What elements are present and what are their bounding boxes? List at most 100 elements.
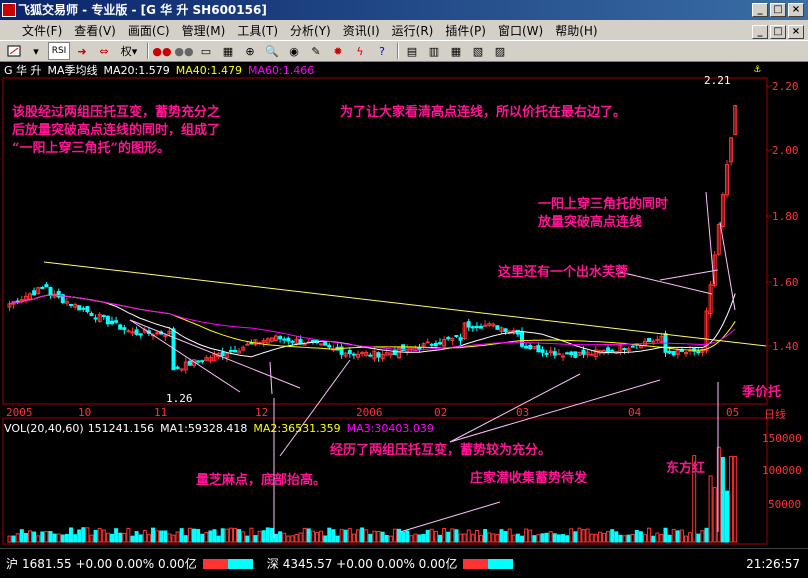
volume-bar <box>487 532 492 543</box>
volume-bar <box>589 533 594 543</box>
volume-bar <box>405 530 410 543</box>
volume-bar <box>114 528 119 543</box>
volume-bar <box>548 531 553 543</box>
volume-bar <box>585 528 590 543</box>
volume-bar <box>73 534 78 543</box>
swap-icon[interactable]: ⇔ <box>94 42 114 60</box>
anchor-icon[interactable]: ⚓ <box>754 62 761 75</box>
annotation-east-red: 东方红 <box>666 461 706 476</box>
volume-bar <box>331 529 336 543</box>
volume-bar <box>503 531 508 543</box>
x-label-daily[interactable]: 日线 <box>764 406 786 422</box>
zoom-icon[interactable]: ⊕ <box>240 42 260 60</box>
ma60-value: MA60:1.466 <box>247 63 315 77</box>
layout-2-icon[interactable]: ▥ <box>424 42 444 60</box>
mdi-restore-button[interactable]: □ <box>770 25 786 39</box>
volume-bar <box>11 535 16 543</box>
menu-tools[interactable]: 工具(T) <box>237 22 278 39</box>
volume-bar <box>700 530 705 543</box>
volume-bar <box>425 529 430 543</box>
volume-bar <box>729 456 734 543</box>
layout-4-icon[interactable]: ▧ <box>468 42 488 60</box>
candle-body <box>667 350 672 354</box>
arrow-down-icon[interactable]: ▾ <box>26 42 46 60</box>
volume-bar <box>614 531 619 543</box>
menu-analysis[interactable]: 分析(Y) <box>290 22 331 39</box>
volume-bar <box>622 535 627 543</box>
volume-bar <box>643 534 647 543</box>
volume-bar <box>146 534 151 543</box>
x-label-03: 03 <box>516 406 530 419</box>
menu-manage[interactable]: 管理(M) <box>182 22 226 39</box>
maximize-button[interactable]: □ <box>770 3 786 17</box>
menu-file[interactable]: 文件(F) <box>22 22 62 39</box>
candle-body <box>126 330 131 333</box>
layout-5-icon[interactable]: ▨ <box>490 42 510 60</box>
bomb-icon[interactable]: ✹ <box>328 42 348 60</box>
volume-bar <box>241 531 246 543</box>
grid-icon[interactable]: ▦ <box>218 42 238 60</box>
annotation-lotus: 这里还有一个出水芙蓉 <box>498 265 629 280</box>
volume-bar <box>7 535 12 543</box>
lightning-icon[interactable]: ϟ <box>350 42 370 60</box>
chart-icon[interactable] <box>4 42 24 60</box>
volume-bar <box>421 533 426 543</box>
volume-bar <box>704 527 709 543</box>
volume-bar <box>606 530 611 543</box>
close-button[interactable]: × <box>788 3 804 17</box>
menu-screen[interactable]: 画面(C) <box>128 22 170 39</box>
globe-icon[interactable]: ◉ <box>284 42 304 60</box>
candle-body <box>647 338 652 342</box>
volume-bar <box>372 530 377 543</box>
arrow-right-icon[interactable]: ➜ <box>72 42 92 60</box>
volume-bar <box>630 533 635 543</box>
rights-dropdown[interactable]: 权 ▾ <box>116 42 142 60</box>
annotation-season-support: 季价托 <box>742 385 782 400</box>
menu-help[interactable]: 帮助(H) <box>555 22 597 39</box>
rsi-label: RSI <box>51 46 67 56</box>
candle-body <box>474 325 479 329</box>
red-circles-icon[interactable]: ●● <box>152 42 172 60</box>
window-icon[interactable]: ▭ <box>196 42 216 60</box>
toolbar-separator <box>397 43 399 59</box>
volume-bar <box>638 531 643 543</box>
volume-bar <box>602 532 606 543</box>
volume-bar <box>224 528 229 543</box>
volume-bar <box>663 527 668 543</box>
volume-bar <box>388 535 393 543</box>
candle-body <box>319 343 324 346</box>
menu-plugins[interactable]: 插件(P) <box>445 22 486 39</box>
volume-bar <box>126 527 131 543</box>
volume-bar <box>479 534 483 543</box>
volume-bar <box>495 534 500 543</box>
grey-circles-icon[interactable]: ●● <box>174 42 194 60</box>
rsi-button[interactable]: RSI <box>48 42 70 60</box>
volume-bar <box>60 534 65 543</box>
volume-bar <box>561 534 565 543</box>
volume-bar <box>720 456 725 543</box>
menu-window[interactable]: 窗口(W) <box>498 22 543 39</box>
volume-bar <box>257 530 262 543</box>
volume-bar <box>384 535 389 543</box>
minimize-button[interactable]: _ <box>752 3 768 17</box>
volume-bar <box>327 527 332 543</box>
mdi-close-button[interactable]: × <box>788 25 804 39</box>
volume-bar <box>659 534 664 543</box>
annotation-arrow <box>719 221 736 311</box>
layout-3-icon[interactable]: ▦ <box>446 42 466 60</box>
menu-info[interactable]: 资讯(I) <box>343 22 380 39</box>
candle-body <box>376 352 381 358</box>
volume-bar <box>249 527 254 543</box>
candle-body <box>89 312 94 317</box>
candle-body <box>651 340 656 343</box>
layout-1-icon[interactable]: ▤ <box>402 42 422 60</box>
tool-icon[interactable]: ✎ <box>306 42 326 60</box>
annotation-volume-dots: 量芝麻点，底部抬高。 <box>196 473 327 488</box>
menu-view[interactable]: 查看(V) <box>74 22 116 39</box>
mdi-minimize-button[interactable]: _ <box>752 25 768 39</box>
help-icon[interactable]: ? <box>372 42 392 60</box>
volume-bar <box>733 455 738 543</box>
search-icon[interactable]: 🔍 <box>262 42 282 60</box>
volume-bar <box>171 534 176 543</box>
menu-run[interactable]: 运行(R) <box>392 22 434 39</box>
